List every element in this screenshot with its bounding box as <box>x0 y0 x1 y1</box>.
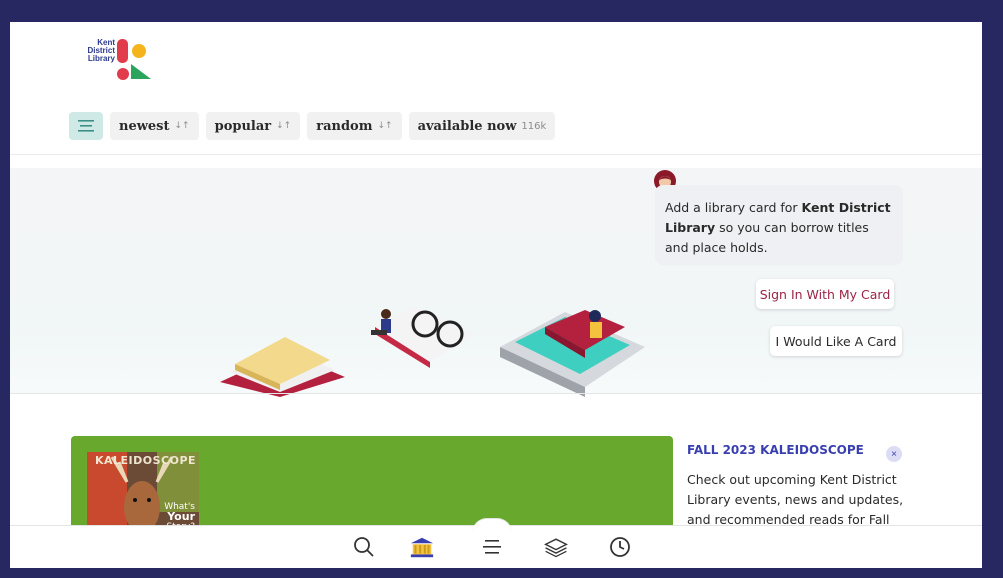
logo-mark <box>117 39 151 80</box>
cover-sub-line: Your <box>167 510 195 523</box>
search-icon[interactable] <box>351 534 377 560</box>
filter-bar: newest ↓↑ popular ↓↑ random ↓↑ available… <box>69 111 556 141</box>
logo-text: Kent District Library <box>75 39 115 63</box>
library-icon[interactable] <box>409 534 435 560</box>
cover-title: KALEIDOSCOPE <box>95 454 197 467</box>
filter-popular-label: popular <box>214 118 272 134</box>
get-card-button[interactable]: I Would Like A Card <box>770 326 902 356</box>
available-count: 116k <box>521 120 547 132</box>
menu-lines-icon <box>78 120 94 132</box>
filter-newest[interactable]: newest ↓↑ <box>110 112 199 140</box>
prompt-text-pre: Add a library card for <box>665 200 802 215</box>
books-illustration <box>220 307 645 397</box>
filter-random[interactable]: random ↓↑ <box>307 112 402 140</box>
hero-divider <box>10 393 982 394</box>
filter-available-now[interactable]: available now 116k <box>408 112 556 140</box>
library-card-prompt: Add a library card for Kent District Lib… <box>655 185 903 265</box>
history-icon[interactable] <box>607 534 633 560</box>
nav-bump <box>472 518 512 533</box>
filter-newest-label: newest <box>119 118 170 134</box>
sign-in-button[interactable]: Sign In With My Card <box>756 279 894 309</box>
filter-available-label: available now <box>417 118 517 134</box>
sort-arrows-icon: ↓↑ <box>174 121 190 131</box>
menu-icon[interactable] <box>479 534 505 560</box>
header-divider <box>10 154 982 155</box>
sort-arrows-icon: ↓↑ <box>276 121 292 131</box>
banner-title[interactable]: FALL 2023 KALEIDOSCOPE <box>687 443 864 457</box>
app-window: Kent District Library newest ↓↑ popular … <box>10 22 982 568</box>
logo-line-library: Library <box>87 54 115 63</box>
filter-popular[interactable]: popular ↓↑ <box>205 112 301 140</box>
library-logo[interactable]: Kent District Library <box>75 37 155 81</box>
filter-random-label: random <box>316 118 373 134</box>
frame-notch <box>87 0 101 14</box>
filter-menu-button[interactable] <box>69 112 103 140</box>
close-icon[interactable]: × <box>886 446 902 462</box>
sort-arrows-icon: ↓↑ <box>377 121 393 131</box>
shelf-icon[interactable] <box>543 534 569 560</box>
